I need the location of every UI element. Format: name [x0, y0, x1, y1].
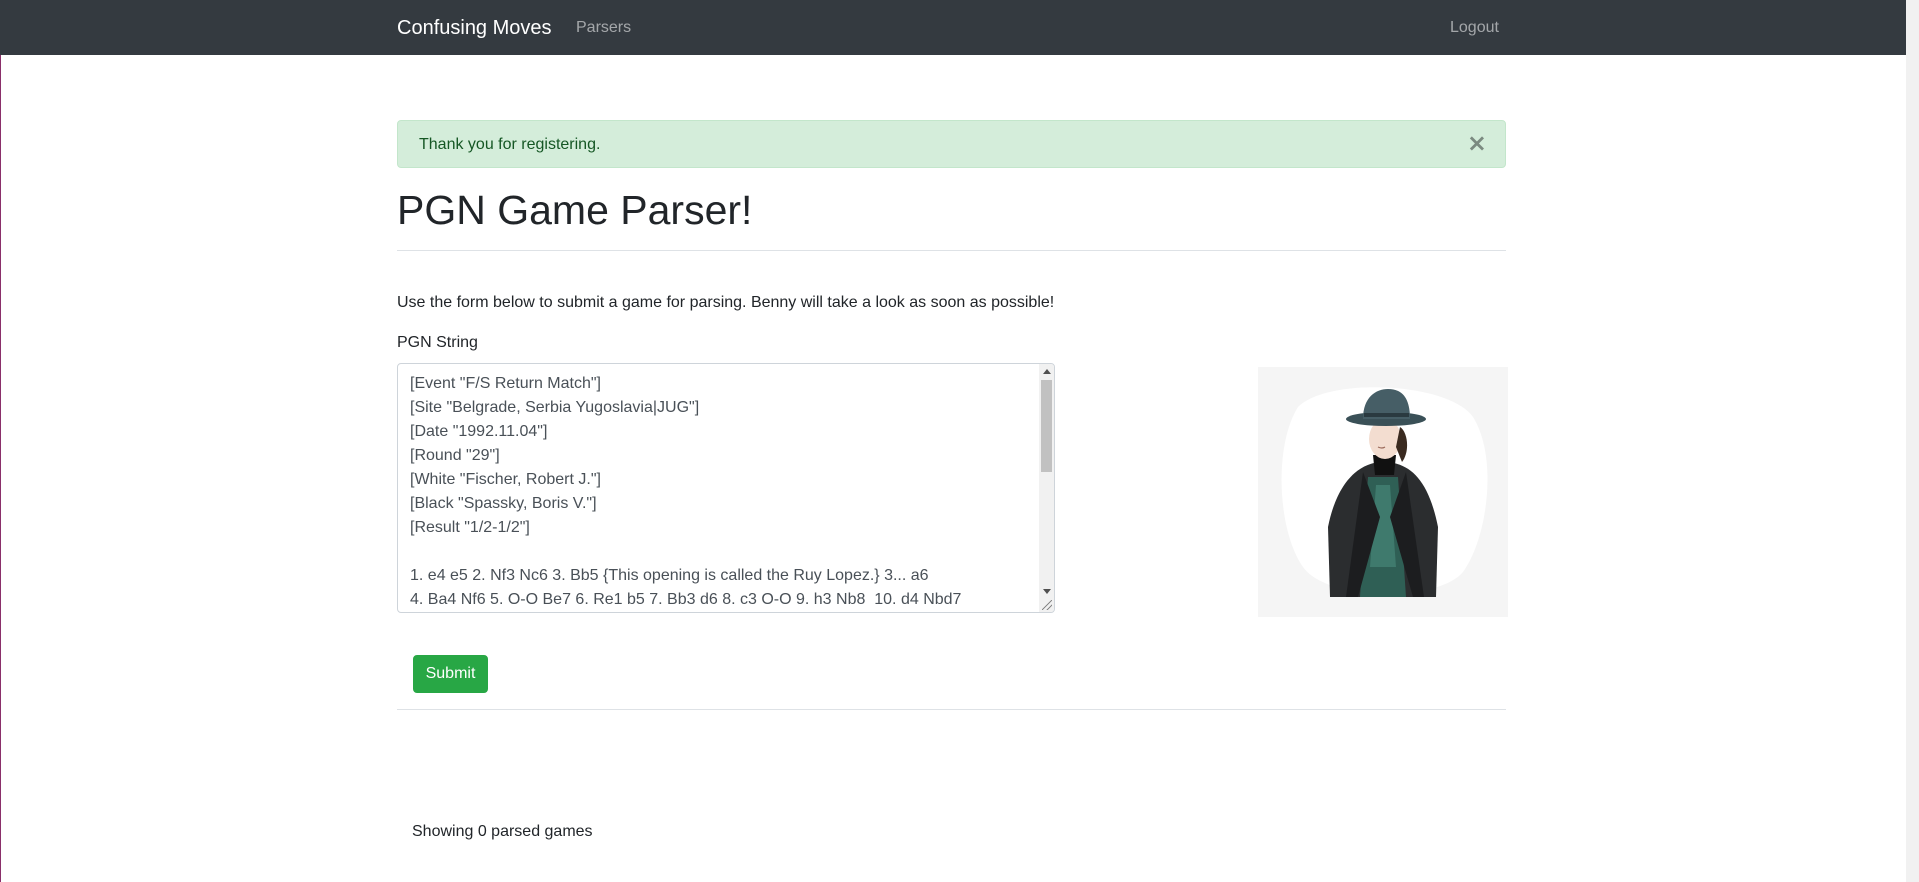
fedora-man-avatar-icon [1281, 387, 1488, 597]
page-scrollbar[interactable] [1906, 0, 1919, 882]
divider [397, 709, 1506, 710]
success-alert: Thank you for registering. × [397, 120, 1506, 168]
parsed-games-count: Showing 0 parsed games [412, 823, 593, 840]
scroll-up-arrow-icon[interactable] [1043, 369, 1051, 374]
top-navbar: Confusing Moves Parsers Logout [0, 0, 1906, 55]
page-title: PGN Game Parser! [397, 187, 753, 233]
window-edge [0, 55, 1, 882]
resize-handle-icon[interactable] [1042, 600, 1052, 610]
pgn-field-label: PGN String [397, 334, 478, 351]
nav-link-logout[interactable]: Logout [1450, 18, 1499, 38]
divider [397, 250, 1506, 251]
brand-link[interactable]: Confusing Moves [397, 16, 552, 40]
pgn-textarea[interactable]: [Event "F/S Return Match"] [Site "Belgra… [397, 363, 1055, 613]
scroll-down-arrow-icon[interactable] [1043, 589, 1051, 594]
nav-link-parsers[interactable]: Parsers [576, 18, 631, 38]
avatar-image [1258, 367, 1508, 617]
intro-text: Use the form below to submit a game for … [397, 294, 1055, 311]
alert-message: Thank you for registering. [419, 136, 601, 153]
close-icon[interactable]: × [1467, 131, 1487, 155]
pgn-textarea-value[interactable]: [Event "F/S Return Match"] [Site "Belgra… [410, 372, 961, 612]
textarea-scrollbar[interactable] [1039, 364, 1054, 612]
scroll-thumb[interactable] [1041, 380, 1052, 472]
submit-button[interactable]: Submit [413, 655, 488, 693]
